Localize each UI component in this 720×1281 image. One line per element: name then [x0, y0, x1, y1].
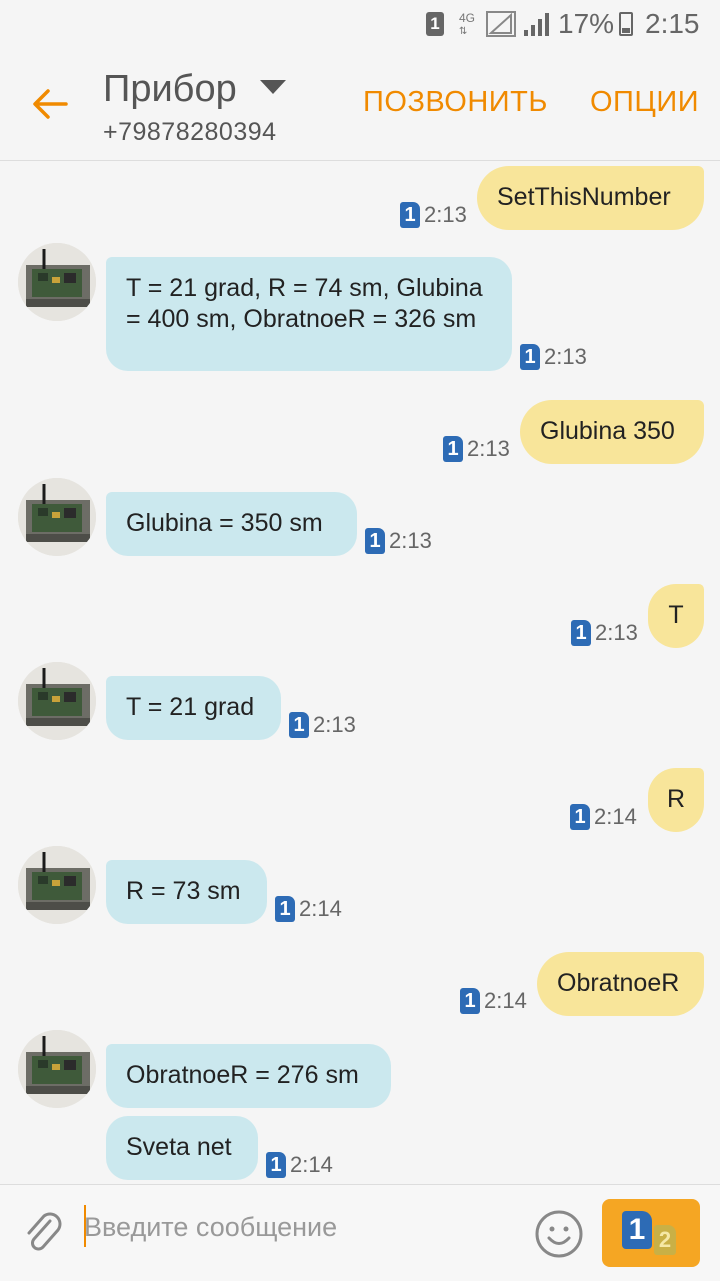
options-button[interactable]: ОПЦИИ [590, 86, 699, 119]
battery-percent: 17% [558, 8, 615, 39]
incoming-message[interactable]: ObratnoeR = 276 sm [106, 1044, 391, 1108]
send-button[interactable]: 1 2 [602, 1199, 700, 1267]
avatar [18, 662, 96, 740]
conversation-header: Прибор +79878280394 ПОЗВОНИТЬ ОПЦИИ [0, 50, 720, 160]
outgoing-message[interactable]: R [648, 768, 704, 832]
message-meta: 1 2:13 [289, 710, 356, 739]
outgoing-message[interactable]: ObratnoeR [537, 952, 704, 1016]
avatar [18, 478, 96, 556]
device-photo-icon [18, 1030, 96, 1108]
message-time: 2:14 [484, 988, 527, 1014]
message-time: 2:13 [389, 528, 432, 554]
avatar [18, 1030, 96, 1108]
clock: 2:15 [645, 8, 700, 39]
avatar [18, 243, 96, 321]
sim1-send-icon: 1 [622, 1211, 652, 1249]
incoming-message[interactable]: R = 73 sm [106, 860, 267, 924]
message-meta: 1 2:14 [570, 802, 637, 831]
incoming-message[interactable]: T = 21 grad, R = 74 sm, Glubina = 400 sm… [106, 257, 512, 371]
message-input[interactable] [84, 1207, 514, 1247]
message-time: 2:14 [299, 896, 342, 922]
sim-badge-icon: 1 [365, 528, 385, 555]
message-meta: 1 2:13 [520, 342, 587, 371]
sim-badge-icon: 1 [289, 712, 309, 739]
sim-badge-icon: 1 [460, 988, 480, 1015]
battery-icon [619, 12, 633, 36]
incoming-message[interactable]: T = 21 grad [106, 676, 281, 740]
text-cursor [84, 1205, 86, 1247]
sim-badge-icon: 1 [400, 202, 420, 229]
sim2-badge-icon: 2 [654, 1225, 676, 1255]
message-meta: 1 2:14 [460, 986, 527, 1015]
device-photo-icon [18, 478, 96, 556]
emoji-icon[interactable] [534, 1209, 584, 1259]
sim-badge-icon: 1 [275, 896, 295, 923]
device-photo-icon [18, 243, 96, 321]
message-time: 2:14 [290, 1152, 333, 1178]
sim-badge-icon: 1 [570, 804, 590, 831]
sim-badge-icon: 1 [443, 436, 463, 463]
contact-phone: +79878280394 [103, 118, 277, 146]
message-time: 2:13 [424, 202, 467, 228]
incoming-message[interactable]: Glubina = 350 sm [106, 492, 357, 556]
contact-name[interactable]: Прибор [103, 68, 237, 111]
incoming-message[interactable]: Sveta net [106, 1116, 258, 1180]
message-time: 2:13 [544, 344, 587, 370]
outgoing-message[interactable]: T [648, 584, 704, 648]
network-type-icon: 4G ⇅ [459, 11, 476, 37]
header-divider [0, 160, 720, 161]
message-time: 2:13 [313, 712, 356, 738]
sim-badge-icon: 1 [266, 1152, 286, 1179]
device-photo-icon [18, 846, 96, 924]
outgoing-message[interactable]: SetThisNumber [477, 166, 704, 230]
message-meta: 1 2:13 [443, 434, 510, 463]
chevron-down-icon[interactable] [260, 80, 286, 94]
outgoing-message[interactable]: Glubina 350 [520, 400, 704, 464]
sim-badge-icon: 1 [520, 344, 540, 371]
call-button[interactable]: ПОЗВОНИТЬ [363, 86, 548, 119]
message-time: 2:13 [595, 620, 638, 646]
message-meta: 1 2:13 [365, 526, 432, 555]
message-meta: 1 2:13 [400, 200, 467, 229]
sim-badge-icon: 1 [571, 620, 591, 647]
back-arrow-icon[interactable] [28, 82, 72, 126]
device-photo-icon [18, 662, 96, 740]
status-bar: 1 4G ⇅ 17% 2:15 [0, 0, 720, 50]
sim-indicator-icon: 1 [426, 12, 444, 36]
message-time: 2:13 [467, 436, 510, 462]
avatar [18, 846, 96, 924]
signal-bars-icon [524, 13, 549, 36]
signal-empty-icon [486, 11, 516, 37]
message-meta: 1 2:13 [571, 618, 638, 647]
message-time: 2:14 [594, 804, 637, 830]
message-meta: 1 2:14 [266, 1150, 333, 1179]
compose-bar: 1 2 [0, 1184, 720, 1281]
attach-paperclip-icon[interactable] [20, 1209, 68, 1257]
message-meta: 1 2:14 [275, 894, 342, 923]
